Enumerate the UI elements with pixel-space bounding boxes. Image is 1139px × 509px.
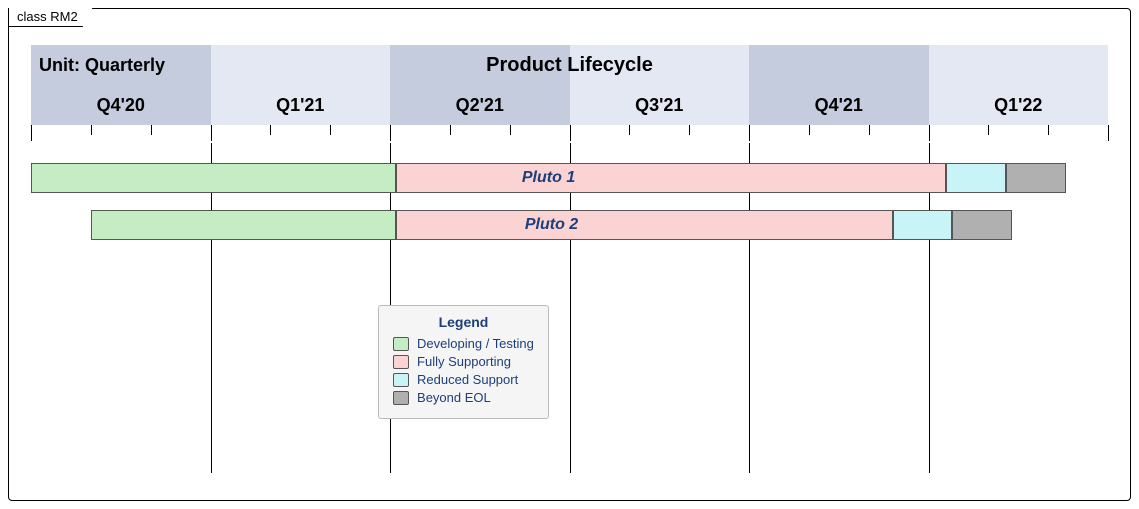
tick-minor: [629, 125, 630, 135]
legend-swatch: [393, 337, 409, 351]
legend: Legend Developing / Testing Fully Support…: [378, 305, 549, 419]
header-bg-cell: [570, 45, 750, 85]
tick-major: [749, 125, 750, 141]
legend-item: Reduced Support: [393, 372, 534, 387]
tick-minor: [809, 125, 810, 135]
frame-label: class RM2: [8, 8, 93, 27]
legend-item: Developing / Testing: [393, 336, 534, 351]
tick-minor: [91, 125, 92, 135]
bar-segment: [91, 210, 396, 240]
tick-minor: [270, 125, 271, 135]
bar-track: Pluto 2: [31, 210, 1108, 240]
chart-area: Unit: Quarterly Product Lifecycle Q4'20Q…: [31, 45, 1108, 485]
legend-swatch: [393, 355, 409, 369]
quarter-label: Q4'20: [31, 85, 211, 125]
tick-minor: [510, 125, 511, 135]
tick-minor: [151, 125, 152, 135]
quarter-label: Q2'21: [390, 85, 570, 125]
bar-track: Pluto 1: [31, 163, 1108, 193]
quarter-label: Q4'21: [749, 85, 929, 125]
legend-label: Beyond EOL: [417, 390, 491, 405]
bar-segment: [31, 163, 396, 193]
tick-major: [390, 125, 391, 141]
tick-minor: [689, 125, 690, 135]
quarter-label: Q1'22: [929, 85, 1109, 125]
bar-segment: [893, 210, 953, 240]
quarter-label: Q1'21: [211, 85, 391, 125]
header-bg-cell: [929, 45, 1109, 85]
header-top-row: [31, 45, 1108, 85]
axis-ticks: [31, 125, 1108, 143]
tick-minor: [1048, 125, 1049, 135]
tick-minor: [988, 125, 989, 135]
legend-swatch: [393, 391, 409, 405]
legend-label: Reduced Support: [417, 372, 518, 387]
bar-segment: [1006, 163, 1066, 193]
legend-label: Developing / Testing: [417, 336, 534, 351]
tick-major: [929, 125, 930, 141]
quarter-label: Q3'21: [570, 85, 750, 125]
unit-label: Unit: Quarterly: [39, 45, 165, 85]
bar-segment: [396, 163, 946, 193]
legend-item: Fully Supporting: [393, 354, 534, 369]
bar-segment: [952, 210, 1012, 240]
tick-major: [570, 125, 571, 141]
bar-segment: [946, 163, 1006, 193]
diagram-frame: class RM2 Unit: Quarterly Product Lifecy…: [8, 8, 1131, 501]
header-quarters-row: Q4'20Q1'21Q2'21Q3'21Q4'21Q1'22: [31, 85, 1108, 125]
tick-major: [1108, 125, 1109, 141]
legend-label: Fully Supporting: [417, 354, 511, 369]
header-bg-cell: [390, 45, 570, 85]
tick-minor: [330, 125, 331, 135]
tick-major: [31, 125, 32, 141]
legend-title: Legend: [393, 314, 534, 330]
bar-segment: [396, 210, 893, 240]
header-bg-cell: [749, 45, 929, 85]
tick-minor: [450, 125, 451, 135]
tick-major: [211, 125, 212, 141]
tick-minor: [869, 125, 870, 135]
legend-item: Beyond EOL: [393, 390, 534, 405]
header-bg-cell: [211, 45, 391, 85]
legend-swatch: [393, 373, 409, 387]
